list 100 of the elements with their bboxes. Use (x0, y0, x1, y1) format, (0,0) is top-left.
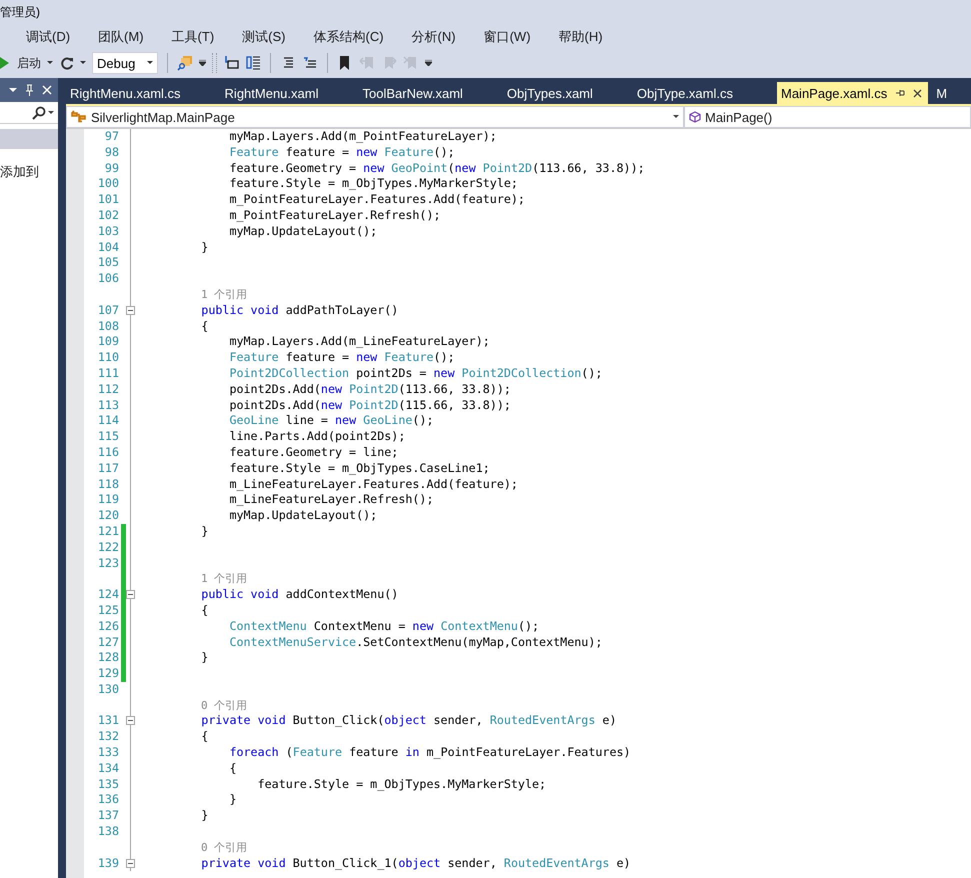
line-number: 132 (96, 729, 119, 746)
code-line: GeoLine line = new GeoLine(); (228, 413, 434, 428)
line-number: 138 (96, 824, 119, 840)
code-line: point2Ds.Add(new Point2D(115.66, 33.8)); (228, 398, 511, 412)
line-number: 137 (96, 808, 119, 824)
line-number: 107 (96, 302, 119, 319)
file-tab[interactable]: RightMenu.xaml.cs (66, 82, 221, 104)
code-line: Point2DCollection point2Ds = new Point2DCollection(); (228, 366, 602, 380)
code-line: { (228, 760, 236, 775)
line-number: 106 (96, 271, 119, 287)
window-title: 管理员) (0, 4, 40, 20)
code-line: feature.Geometry = line; (228, 444, 398, 459)
line-number: 103 (96, 224, 119, 240)
file-tab[interactable]: ObjTypes.xaml (502, 82, 633, 104)
line-number: 102 (96, 208, 119, 224)
line-number: 120 (96, 508, 119, 524)
class-icon (71, 110, 87, 124)
search-icon (32, 106, 46, 120)
caret-icon[interactable] (48, 110, 54, 114)
code-line: { (200, 318, 208, 333)
menu-item[interactable]: 窗口(W) (474, 28, 541, 46)
refresh-icon[interactable] (61, 56, 74, 70)
code-line: foreach (Feature feature in m_PointFeatureLayer.Features) (228, 745, 631, 760)
line-number: 111 (96, 366, 119, 382)
code-line: m_LineFeatureLayer.Features.Add(feature); (228, 476, 518, 491)
code-line: { (200, 729, 208, 744)
code-line: } (200, 240, 208, 254)
collapse-toggle[interactable] (126, 306, 135, 315)
code-line: } (228, 792, 236, 806)
code-line: myMap.Layers.Add(m_PointFeatureLayer); (228, 129, 497, 143)
line-number: 136 (96, 792, 119, 808)
code-line: ContextMenu ContextMenu = new ContextMenu(); (228, 618, 540, 633)
code-line: private void Button_Click(object sender, RoutedEventArgs e) (200, 713, 617, 728)
file-tab[interactable]: MainPage.xaml.cs (777, 82, 928, 104)
line-number: 122 (96, 540, 119, 556)
caret-icon (147, 61, 153, 65)
caret-icon[interactable] (9, 88, 17, 92)
code-line: myMap.UpdateLayout(); (228, 224, 378, 238)
line-number: 118 (96, 476, 119, 492)
pin-icon[interactable] (895, 89, 906, 97)
configuration-dropdown[interactable]: Debug (92, 52, 158, 74)
line-number: 131 (96, 713, 119, 730)
line-number: 126 (96, 618, 119, 634)
caret-icon (673, 115, 679, 119)
find-in-files-icon[interactable] (177, 55, 193, 71)
overflow-icon[interactable] (425, 60, 432, 66)
line-number: 113 (96, 398, 119, 414)
code-line: m_PointFeatureLayer.Refresh(); (228, 208, 441, 222)
menu-item[interactable]: 帮助(H) (548, 28, 613, 46)
line-number: 98 (104, 144, 119, 161)
code-line: } (200, 524, 208, 538)
file-tab[interactable]: ToolBarNew.xaml (358, 82, 503, 104)
code-line: Feature feature = new Feature(); (228, 144, 455, 159)
line-number: 119 (96, 492, 119, 508)
close-icon[interactable] (913, 88, 922, 98)
collapse-toggle[interactable] (126, 858, 135, 868)
line-number: 124 (96, 587, 119, 603)
menu-item[interactable]: 团队(M) (88, 28, 154, 46)
line-number: 100 (96, 176, 119, 192)
code-line: public void addPathToLayer() (200, 302, 398, 317)
code-line: m_LineFeatureLayer.Refresh(); (228, 492, 434, 506)
columns-icon[interactable] (245, 55, 261, 71)
step-icon[interactable] (223, 55, 239, 71)
file-tab[interactable]: RightMenu.xaml (220, 82, 358, 104)
line-number: 115 (96, 429, 119, 445)
line-number: 127 (96, 634, 119, 650)
caret-icon[interactable] (80, 61, 86, 65)
line-number: 130 (96, 682, 119, 698)
code-line: } (200, 808, 208, 822)
line-number: 101 (96, 192, 119, 208)
caret-icon (47, 61, 53, 65)
line-number: 99 (104, 160, 119, 176)
start-button[interactable]: 启动 (15, 54, 55, 72)
line-number: 125 (96, 602, 119, 619)
line-number: 108 (96, 318, 119, 334)
menu-item[interactable]: 调试(D) (26, 28, 80, 46)
collapse-toggle[interactable] (126, 716, 135, 726)
overflow-icon[interactable] (199, 60, 206, 66)
menu-item[interactable]: 分析(N) (402, 28, 466, 46)
code-line: { (200, 602, 208, 617)
menu-item[interactable]: 体系结构(C) (304, 28, 394, 46)
file-tab[interactable]: ObjType.xaml.cs (632, 82, 773, 104)
menu-item[interactable]: 测试(S) (232, 28, 296, 46)
line-number: 109 (96, 334, 119, 350)
code-line: feature.Style = m_ObjTypes.CaseLine1; (228, 460, 490, 475)
line-number: 121 (96, 524, 119, 540)
code-line: Feature feature = new Feature(); (228, 350, 455, 364)
code-line: } (200, 650, 208, 664)
collapse-toggle[interactable] (126, 590, 135, 600)
play-icon[interactable] (0, 57, 9, 69)
line-number: 116 (96, 444, 119, 461)
type-dropdown[interactable]: SilverlightMap.MainPage (66, 106, 684, 128)
line-number: 110 (96, 350, 119, 366)
code-line: m_PointFeatureLayer.Features.Add(feature); (228, 192, 525, 206)
code-line: ContextMenuService.SetContextMenu(myMap,ContextMenu); (228, 634, 602, 648)
line-number: 134 (96, 760, 119, 777)
code-line: line.Parts.Add(point2Ds); (228, 429, 406, 444)
menu-item[interactable]: 工具(T) (162, 28, 224, 46)
file-tab[interactable]: M (932, 82, 950, 104)
member-dropdown[interactable]: MainPage() (684, 106, 971, 128)
